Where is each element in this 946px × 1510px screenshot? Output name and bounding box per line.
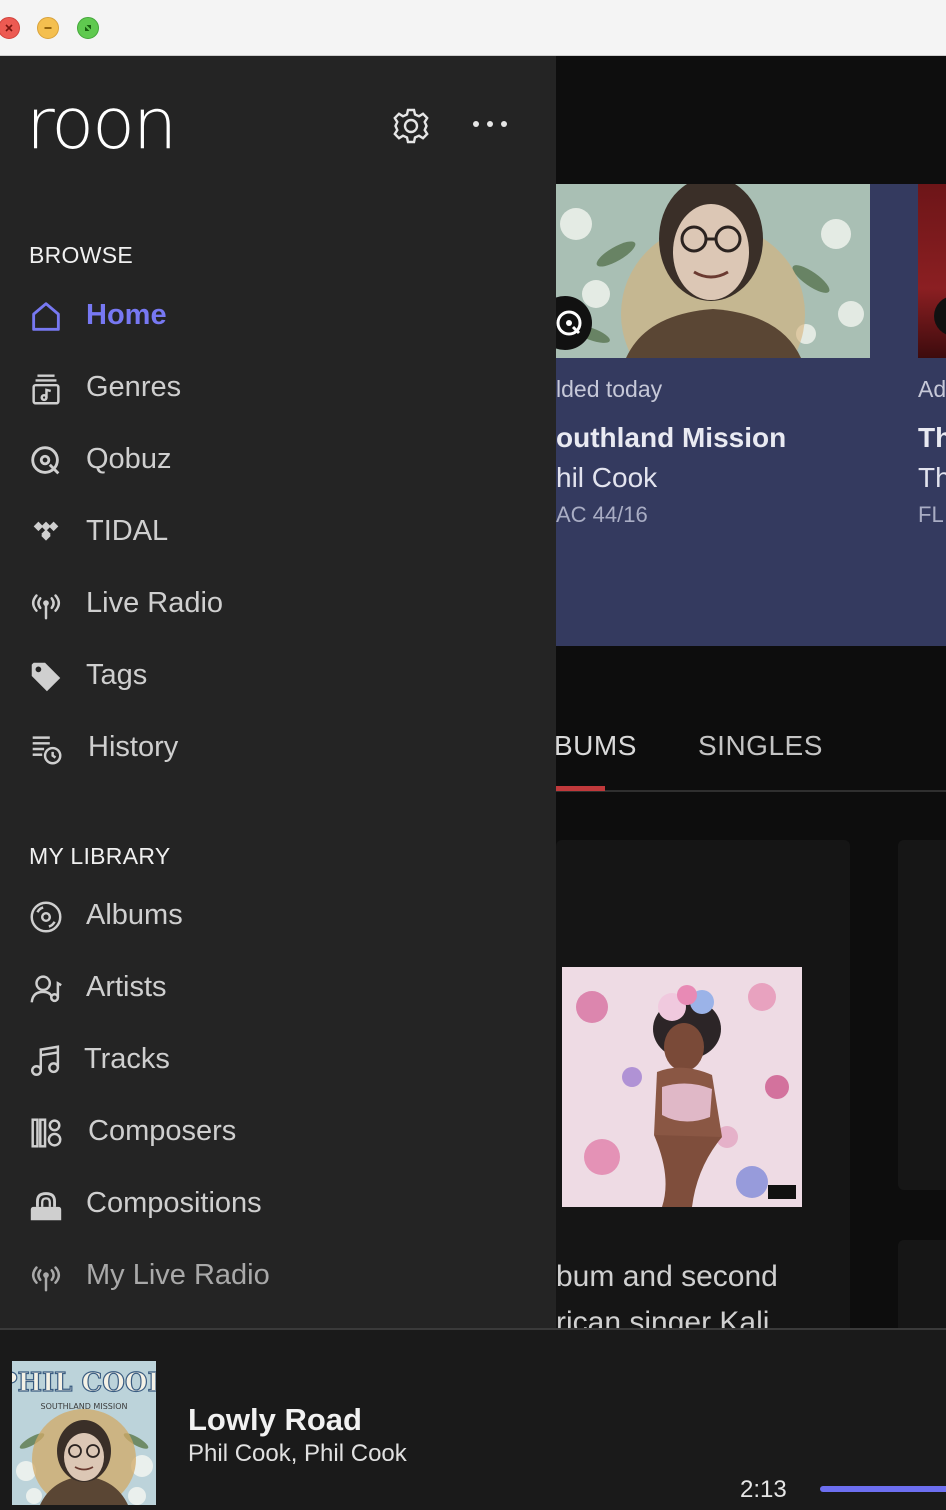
album-cover-2[interactable] [918, 184, 946, 358]
close-icon [5, 24, 13, 32]
sidebar-item-genres[interactable]: Genres [0, 361, 556, 417]
composers-icon [26, 1113, 66, 1153]
svg-text:SOUTHLAND MISSION: SOUTHLAND MISSION [41, 1402, 128, 1411]
tab-singles[interactable]: SINGLES [698, 730, 823, 762]
sidebar-item-label: Live Radio [86, 587, 224, 619]
home-icon [26, 297, 66, 337]
sidebar-item-compositions[interactable]: Compositions [0, 1177, 556, 1233]
album-art-image [556, 184, 870, 358]
album-description: bum and second rican singer Kali [556, 1254, 846, 1328]
sidebar-item-label: Composers [88, 1115, 237, 1147]
compositions-icon [26, 1185, 66, 1225]
artist-icon [26, 969, 66, 1009]
my-library-heading: MY LIBRARY [29, 843, 171, 869]
sidebar-item-label: History [88, 731, 179, 763]
recently-added-card[interactable]: lded today outhland Mission hil Cook AC … [556, 184, 946, 646]
tidal-icon [26, 513, 66, 553]
sidebar-item-my-live-radio[interactable]: My Live Radio [0, 1249, 556, 1305]
sidebar-item-label: Genres [86, 371, 182, 403]
minimize-window-button[interactable] [37, 17, 59, 39]
radio-icon [26, 1257, 66, 1297]
close-window-button[interactable] [0, 17, 20, 39]
album-art-image: PHIL COOK SOUTHLAND MISSION [12, 1361, 156, 1505]
music-note-icon [26, 1041, 66, 1081]
radio-icon [26, 585, 66, 625]
active-tab-indicator [556, 786, 605, 791]
sidebar-item-label: Home [86, 299, 167, 331]
elapsed-time: 2:13 [740, 1476, 787, 1503]
sidebar-item-history[interactable]: History [0, 721, 556, 777]
sidebar: roon BROWSE Home Genres Qobuz TIDAL Live… [0, 56, 556, 1328]
sidebar-item-label: Tags [86, 659, 148, 691]
now-playing-bar: PHIL COOK SOUTHLAND MISSION Lowly Road P… [0, 1328, 946, 1510]
sidebar-item-albums[interactable]: Albums [0, 889, 556, 945]
settings-button[interactable] [391, 106, 431, 146]
album-icon [26, 897, 66, 937]
sidebar-item-label: TIDAL [86, 515, 169, 547]
minimize-icon [44, 27, 52, 29]
description-line-1: bum and second [556, 1260, 778, 1293]
roon-logo[interactable]: roon [26, 83, 196, 165]
sidebar-item-qobuz[interactable]: Qobuz [0, 433, 556, 489]
card-album-title[interactable]: outhland Mission [556, 422, 786, 454]
browse-heading: BROWSE [29, 242, 134, 268]
card-added-label: lded today [556, 376, 663, 402]
more-options-button[interactable] [470, 114, 510, 134]
album-cover-southland-mission[interactable] [556, 184, 870, 358]
progress-bar[interactable] [820, 1486, 946, 1492]
sidebar-item-label: Albums [86, 899, 183, 931]
card-format: AC 44/16 [556, 502, 648, 527]
svg-text:PHIL COOK: PHIL COOK [12, 1368, 156, 1398]
history-icon [26, 729, 66, 769]
tag-icon [26, 657, 66, 697]
card-artist-name[interactable]: hil Cook [556, 462, 657, 494]
svg-text:roon: roon [26, 96, 175, 156]
sidebar-item-live-radio[interactable]: Live Radio [0, 577, 556, 633]
featured-album-cover[interactable] [562, 967, 802, 1207]
now-playing-album-art[interactable]: PHIL COOK SOUTHLAND MISSION [12, 1361, 156, 1505]
release-tabs: BUMS SINGLES [556, 716, 946, 792]
card2-album-title[interactable]: Th [918, 422, 946, 454]
zoom-window-button[interactable] [77, 17, 99, 39]
now-playing-artist[interactable]: Phil Cook, Phil Cook [188, 1440, 407, 1468]
roon-logo-mark: roon [26, 83, 177, 165]
main-header [556, 56, 946, 184]
more-dots-icon [473, 121, 507, 127]
sidebar-item-artists[interactable]: Artists [0, 961, 556, 1017]
sidebar-item-label: Tracks [84, 1043, 170, 1075]
sidebar-item-label: Artists [86, 971, 167, 1003]
main-content: lded today outhland Mission hil Cook AC … [556, 56, 946, 1328]
side-panel [898, 840, 946, 1190]
gear-icon [393, 108, 429, 144]
sidebar-item-home[interactable]: Home [0, 289, 556, 345]
side-panel-lower [898, 1240, 946, 1328]
album-art-image [562, 967, 802, 1207]
sidebar-item-composers[interactable]: Composers [0, 1105, 556, 1161]
sidebar-item-label: Compositions [86, 1187, 262, 1219]
qobuz-icon [26, 441, 66, 481]
sidebar-item-tidal[interactable]: TIDAL [0, 505, 556, 561]
sidebar-item-label: My Live Radio [86, 1259, 270, 1291]
card2-added-label: Ad [918, 376, 946, 402]
card2-format: FL [918, 502, 944, 527]
card2-artist-name[interactable]: Th [918, 462, 946, 494]
sidebar-item-tags[interactable]: Tags [0, 649, 556, 705]
fullscreen-icon [85, 25, 91, 31]
genres-icon [26, 369, 66, 409]
sidebar-item-tracks[interactable]: Tracks [0, 1033, 556, 1089]
tab-albums[interactable]: BUMS [556, 730, 637, 762]
now-playing-title[interactable]: Lowly Road [188, 1402, 362, 1438]
sidebar-item-label: Qobuz [86, 443, 172, 475]
qobuz-icon [556, 310, 582, 336]
window-title-bar [0, 0, 946, 56]
description-line-2: rican singer Kali [556, 1306, 770, 1328]
